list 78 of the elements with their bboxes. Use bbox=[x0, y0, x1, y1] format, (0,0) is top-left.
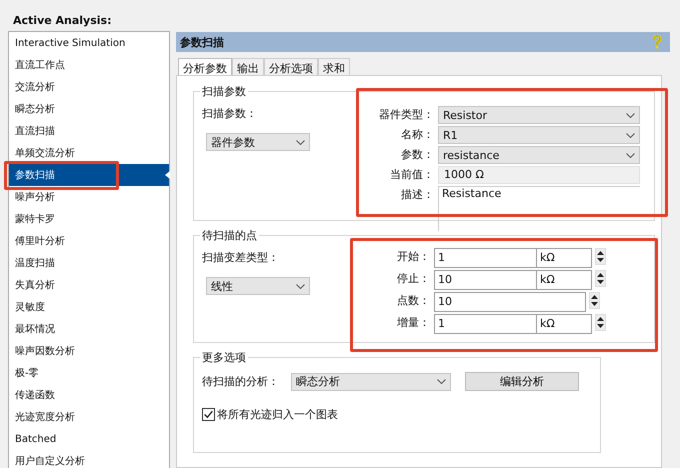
field-label: 停止： bbox=[396, 271, 431, 287]
analysis-item[interactable]: 直流工作点 bbox=[9, 54, 169, 76]
chevron-down-icon bbox=[296, 284, 305, 288]
analysis-item[interactable]: Interactive Simulation bbox=[9, 32, 169, 54]
help-icon[interactable] bbox=[652, 35, 662, 49]
description-field[interactable]: Resistance bbox=[438, 186, 640, 231]
readonly-field: 1000 Ω bbox=[438, 166, 640, 184]
up-arrow-icon bbox=[597, 273, 604, 277]
down-arrow-icon bbox=[591, 302, 598, 306]
chevron-down-icon bbox=[626, 152, 635, 158]
analysis-item[interactable]: 噪声因数分析 bbox=[9, 340, 169, 362]
dropdown[interactable]: R1 bbox=[438, 126, 640, 144]
analysis-item[interactable]: 傅里叶分析 bbox=[9, 230, 169, 252]
input-field[interactable]: 1 bbox=[434, 314, 537, 334]
field-label: 开始： bbox=[396, 249, 431, 265]
up-arrow-icon bbox=[591, 295, 598, 299]
field-label: 名称： bbox=[400, 127, 435, 143]
dropdown[interactable]: resistance bbox=[438, 146, 640, 164]
down-arrow-icon bbox=[597, 280, 604, 284]
analysis-item[interactable]: 单频交流分析 bbox=[9, 142, 169, 164]
spinner[interactable] bbox=[595, 314, 606, 331]
edit-analysis-button[interactable]: 编辑分析 bbox=[465, 372, 579, 391]
down-arrow-icon bbox=[597, 324, 604, 328]
dropdown[interactable]: Resistor bbox=[438, 106, 640, 124]
analysis-item[interactable]: Batched bbox=[9, 428, 169, 450]
up-arrow-icon bbox=[597, 251, 604, 255]
analysis-item[interactable]: 交流分析 bbox=[9, 76, 169, 98]
field-label: 点数： bbox=[396, 293, 431, 309]
tab[interactable]: 分析选项 bbox=[264, 58, 318, 75]
analysis-item[interactable]: 光迹宽度分析 bbox=[9, 406, 169, 428]
analysis-item[interactable]: 传递函数 bbox=[9, 384, 169, 406]
tab[interactable]: 求和 bbox=[318, 58, 350, 75]
chevron-down-icon bbox=[626, 132, 635, 138]
analysis-item[interactable]: 极-零 bbox=[9, 362, 169, 384]
dropdown[interactable]: 线性 bbox=[206, 277, 310, 295]
chevron-down-icon bbox=[437, 379, 446, 384]
dropdown[interactable]: 器件参数 bbox=[206, 133, 310, 151]
analysis-item[interactable]: 灵敏度 bbox=[9, 296, 169, 318]
checkbox[interactable] bbox=[202, 408, 215, 421]
field-label: 当前值： bbox=[389, 167, 435, 183]
analysis-item[interactable]: 参数扫描 bbox=[9, 164, 169, 186]
field-label: 器件类型： bbox=[378, 107, 435, 123]
spinner[interactable] bbox=[595, 270, 606, 287]
analysis-item[interactable]: 失真分析 bbox=[9, 274, 169, 296]
chevron-down-icon bbox=[296, 140, 305, 144]
checkbox-label: 将所有光迹归入一个图表 bbox=[217, 407, 338, 422]
input-field[interactable]: 10 bbox=[434, 292, 586, 312]
panel-title: Active Analysis: bbox=[12, 13, 112, 29]
analysis-item[interactable]: 蒙特卡罗 bbox=[9, 208, 169, 230]
analysis-item[interactable]: 直流扫描 bbox=[9, 120, 169, 142]
field-label: 描述： bbox=[400, 187, 435, 203]
group-title: 扫描参数 bbox=[200, 84, 248, 99]
analysis-item[interactable]: 温度扫描 bbox=[9, 252, 169, 274]
section-title: 参数扫描 bbox=[180, 34, 224, 50]
group-title: 待扫描的点 bbox=[200, 228, 259, 243]
field-label: 待扫描的分析： bbox=[202, 374, 279, 389]
analysis-item[interactable]: 噪声分析 bbox=[9, 186, 169, 208]
up-arrow-icon bbox=[597, 317, 604, 321]
field-label: 扫描变差类型： bbox=[202, 250, 280, 265]
spinner[interactable] bbox=[595, 248, 606, 265]
analysis-item[interactable]: 用户自定义分析 bbox=[9, 450, 169, 468]
tab[interactable]: 输出 bbox=[232, 58, 264, 75]
down-arrow-icon bbox=[597, 258, 604, 262]
input-field[interactable]: 10 bbox=[434, 270, 537, 290]
spinner[interactable] bbox=[589, 292, 600, 309]
field-label: 参数： bbox=[400, 147, 435, 163]
analysis-item[interactable]: 最坏情况 bbox=[9, 318, 169, 340]
input-field[interactable]: 1 bbox=[434, 248, 537, 268]
dropdown[interactable]: 瞬态分析 bbox=[291, 372, 451, 390]
analysis-item[interactable]: 瞬态分析 bbox=[9, 98, 169, 120]
field-label: 增量： bbox=[396, 315, 431, 331]
field-label: 扫描参数： bbox=[202, 106, 258, 121]
chevron-down-icon bbox=[626, 112, 635, 118]
unit-field[interactable]: kΩ bbox=[537, 248, 592, 268]
group-title: 更多选项 bbox=[200, 350, 248, 365]
unit-field[interactable]: kΩ bbox=[537, 314, 592, 334]
tab[interactable]: 分析参数 bbox=[178, 58, 232, 75]
unit-field[interactable]: kΩ bbox=[537, 270, 592, 290]
